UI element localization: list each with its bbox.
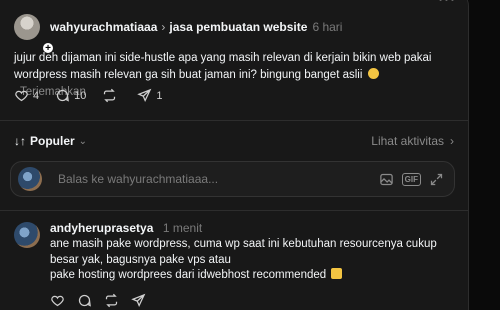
comment-count: 10	[74, 89, 87, 102]
post-header: + wahyurachmatiaaa › jasa pembuatan webs…	[14, 14, 343, 54]
sort-dropdown[interactable]: ↓↑ Populer ⌄	[14, 134, 87, 148]
divider	[0, 210, 469, 211]
share-icon	[137, 88, 152, 103]
like-button[interactable]: 4	[14, 88, 39, 103]
avatar[interactable]	[14, 14, 40, 40]
comment-button[interactable]	[77, 293, 92, 308]
repost-icon	[104, 88, 116, 103]
post-actions: 4 10 1	[14, 88, 179, 103]
avatar	[18, 167, 42, 191]
heart-icon	[51, 295, 64, 307]
share-count: 1	[156, 89, 163, 102]
more-icon[interactable]: •••	[438, 0, 456, 6]
sort-row: ↓↑ Populer ⌄ Lihat aktivitas ›	[14, 134, 454, 148]
post-username[interactable]: wahyurachmatiaaa	[50, 20, 157, 34]
comment-button[interactable]: 10	[55, 88, 86, 103]
share-button[interactable]	[131, 293, 146, 308]
heart-icon	[15, 90, 28, 102]
comment-body: ane masih pake wordpress, cuma wp saat i…	[50, 237, 450, 284]
comment-line-2-wrap: pake hosting wordprees dari idwebhost re…	[50, 268, 450, 284]
repost-button[interactable]	[104, 293, 119, 308]
reply-input[interactable]: Balas ke wahyurachmatiaaa...	[58, 172, 371, 186]
chevron-right-icon: ›	[450, 134, 454, 148]
chevron-right-icon: ›	[161, 20, 166, 34]
post-topic[interactable]: jasa pembuatan website	[169, 20, 307, 34]
comment-icon	[57, 89, 70, 102]
comment-header: andyheruprasetya 1 menit	[50, 219, 202, 237]
comment-line-2: pake hosting wordprees dari idwebhost re…	[50, 269, 327, 281]
repost-button[interactable]	[102, 88, 121, 103]
comment-icon	[78, 294, 91, 307]
image-icon[interactable]	[379, 172, 394, 187]
thinking-emoji-icon	[367, 68, 379, 79]
chevron-down-icon: ⌄	[78, 135, 88, 147]
reply-tools: GIF	[371, 172, 444, 187]
share-button[interactable]: 1	[137, 88, 163, 103]
view-activity-link[interactable]: Lihat aktivitas ›	[371, 134, 454, 148]
repost-icon	[105, 293, 118, 308]
post-time: 6 hari	[312, 20, 343, 34]
like-button[interactable]	[50, 293, 65, 308]
sort-label: Populer	[30, 134, 75, 148]
share-icon	[131, 293, 146, 308]
comment-time: 1 menit	[162, 221, 203, 235]
expand-icon[interactable]	[429, 172, 444, 187]
reply-composer[interactable]: Balas ke wahyurachmatiaaa... GIF	[10, 161, 455, 197]
avatar[interactable]	[14, 222, 40, 248]
comment-line-1: ane masih pake wordpress, cuma wp saat i…	[50, 238, 437, 266]
view-activity-label: Lihat aktivitas	[371, 134, 444, 148]
like-count: 4	[33, 89, 40, 102]
comment-username[interactable]: andyheruprasetya	[50, 221, 153, 235]
thumbs-up-emoji-icon	[331, 268, 343, 279]
gif-icon[interactable]: GIF	[401, 172, 421, 186]
divider	[0, 120, 469, 121]
comment-actions	[50, 293, 158, 308]
sort-icon: ↓↑	[14, 134, 26, 148]
